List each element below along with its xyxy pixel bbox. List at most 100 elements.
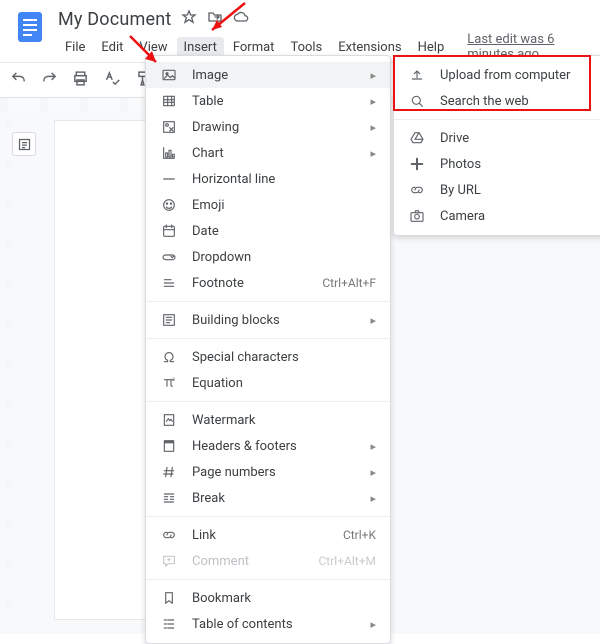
image-icon bbox=[160, 67, 178, 83]
insert-emoji[interactable]: Emoji bbox=[146, 192, 390, 218]
menu-item-label: Special characters bbox=[192, 350, 376, 365]
cloud-icon[interactable] bbox=[233, 9, 249, 29]
break-icon bbox=[160, 490, 178, 506]
insert-hr[interactable]: Horizontal line bbox=[146, 166, 390, 192]
hr-icon bbox=[160, 171, 178, 187]
submenu-arrow-icon: ▸ bbox=[370, 95, 376, 108]
header-main: My Document FileEditViewInsertFormatTool… bbox=[58, 8, 588, 62]
insert-table[interactable]: Table ▸ bbox=[146, 88, 390, 114]
submenu-arrow-icon: ▸ bbox=[370, 466, 376, 479]
insert-menu-dropdown: Image▸Table▸Drawing▸Chart▸Horizontal lin… bbox=[145, 55, 391, 644]
menu-item-label: Date bbox=[192, 224, 376, 239]
footnote-icon bbox=[160, 275, 178, 291]
image-submenu-camera[interactable]: Camera bbox=[394, 203, 600, 229]
blocks-icon bbox=[160, 312, 178, 328]
submenu-arrow-icon: ▸ bbox=[370, 69, 376, 82]
menu-item-label: Drawing bbox=[192, 120, 356, 135]
image-submenu-upload[interactable]: Upload from computer bbox=[394, 62, 600, 88]
drive-icon bbox=[408, 130, 426, 146]
document-title[interactable]: My Document bbox=[58, 9, 171, 30]
menu-item-label: Table of contents bbox=[192, 617, 356, 632]
image-submenu-search-web[interactable]: Search the web bbox=[394, 88, 600, 114]
menu-item-label: By URL bbox=[440, 183, 600, 198]
redo-icon[interactable] bbox=[41, 70, 58, 91]
insert-link[interactable]: LinkCtrl+K bbox=[146, 522, 390, 548]
photos-icon bbox=[408, 156, 426, 172]
menu-separator bbox=[146, 401, 390, 402]
upload-icon bbox=[408, 67, 426, 83]
menu-item-label: Bookmark bbox=[192, 591, 376, 606]
image-submenu-photos[interactable]: Photos bbox=[394, 151, 600, 177]
menu-item-label: Dropdown bbox=[192, 250, 376, 265]
submenu-arrow-icon: ▸ bbox=[370, 618, 376, 631]
menu-item-label: Camera bbox=[440, 209, 600, 224]
search-icon bbox=[408, 93, 426, 109]
insert-break[interactable]: Break ▸ bbox=[146, 485, 390, 511]
menu-separator bbox=[146, 579, 390, 580]
pi-icon: 2 bbox=[160, 375, 178, 391]
svg-text:2: 2 bbox=[172, 377, 175, 383]
insert-bookmark[interactable]: Bookmark bbox=[146, 585, 390, 611]
menu-item-label: Emoji bbox=[192, 198, 376, 213]
submenu-arrow-icon: ▸ bbox=[370, 440, 376, 453]
insert-headers-footers[interactable]: Headers & footers▸ bbox=[146, 433, 390, 459]
menu-item-label: Watermark bbox=[192, 413, 376, 428]
menu-item-label: Photos bbox=[440, 157, 600, 172]
link-icon bbox=[408, 182, 426, 198]
image-submenu-dropdown: Upload from computer Search the web Drive P… bbox=[393, 55, 600, 236]
vertical-ruler bbox=[6, 120, 12, 634]
menu-item-label: Link bbox=[192, 528, 329, 543]
menu-item-label: Table bbox=[192, 94, 356, 109]
star-icon[interactable] bbox=[181, 9, 197, 29]
menu-separator bbox=[394, 119, 600, 120]
chart-icon bbox=[160, 145, 178, 161]
drawing-icon bbox=[160, 119, 178, 135]
undo-icon[interactable] bbox=[10, 70, 27, 91]
insert-comment: CommentCtrl+Alt+M bbox=[146, 548, 390, 574]
submenu-arrow-icon: ▸ bbox=[370, 314, 376, 327]
bookmark-icon bbox=[160, 590, 178, 606]
document-outline-button[interactable] bbox=[12, 132, 36, 156]
toc-icon bbox=[160, 616, 178, 632]
insert-dropdown[interactable]: Dropdown bbox=[146, 244, 390, 270]
menu-item-label: Drive bbox=[440, 131, 600, 146]
menu-edit[interactable]: Edit bbox=[94, 37, 130, 58]
menu-item-label: Horizontal line bbox=[192, 172, 376, 187]
link-icon bbox=[160, 527, 178, 543]
insert-toc[interactable]: Table of contents ▸ bbox=[146, 611, 390, 637]
spellcheck-icon[interactable] bbox=[103, 70, 120, 91]
insert-special-chars[interactable]: Special characters bbox=[146, 344, 390, 370]
menu-item-label: Page numbers bbox=[192, 465, 356, 480]
insert-building-blocks[interactable]: Building blocks ▸ bbox=[146, 307, 390, 333]
menu-item-label: Search the web bbox=[440, 94, 600, 109]
print-icon[interactable] bbox=[72, 70, 89, 91]
submenu-arrow-icon: ▸ bbox=[370, 492, 376, 505]
insert-date[interactable]: Date bbox=[146, 218, 390, 244]
insert-image[interactable]: Image▸ bbox=[146, 62, 390, 88]
menu-item-label: Equation bbox=[192, 376, 376, 391]
move-icon[interactable] bbox=[207, 9, 223, 29]
image-submenu-drive[interactable]: Drive bbox=[394, 125, 600, 151]
dropdown-icon bbox=[160, 249, 178, 265]
insert-watermark[interactable]: Watermark bbox=[146, 407, 390, 433]
emoji-icon bbox=[160, 197, 178, 213]
menu-item-label: Chart bbox=[192, 146, 356, 161]
omega-icon bbox=[160, 349, 178, 365]
menu-item-label: Break bbox=[192, 491, 356, 506]
insert-drawing[interactable]: Drawing ▸ bbox=[146, 114, 390, 140]
watermark-icon bbox=[160, 412, 178, 428]
insert-chart[interactable]: Chart▸ bbox=[146, 140, 390, 166]
docs-logo[interactable] bbox=[12, 8, 48, 44]
hash-icon bbox=[160, 464, 178, 480]
menu-file[interactable]: File bbox=[58, 37, 92, 58]
menu-item-label: Footnote bbox=[192, 276, 308, 291]
insert-footnote[interactable]: FootnoteCtrl+Alt+F bbox=[146, 270, 390, 296]
table-icon bbox=[160, 93, 178, 109]
insert-page-numbers[interactable]: Page numbers ▸ bbox=[146, 459, 390, 485]
menu-item-label: Building blocks bbox=[192, 313, 356, 328]
insert-equation[interactable]: 2 Equation bbox=[146, 370, 390, 396]
menu-separator bbox=[146, 338, 390, 339]
image-submenu-by-url[interactable]: By URL bbox=[394, 177, 600, 203]
submenu-arrow-icon: ▸ bbox=[370, 121, 376, 134]
app-header: My Document FileEditViewInsertFormatTool… bbox=[0, 0, 600, 62]
